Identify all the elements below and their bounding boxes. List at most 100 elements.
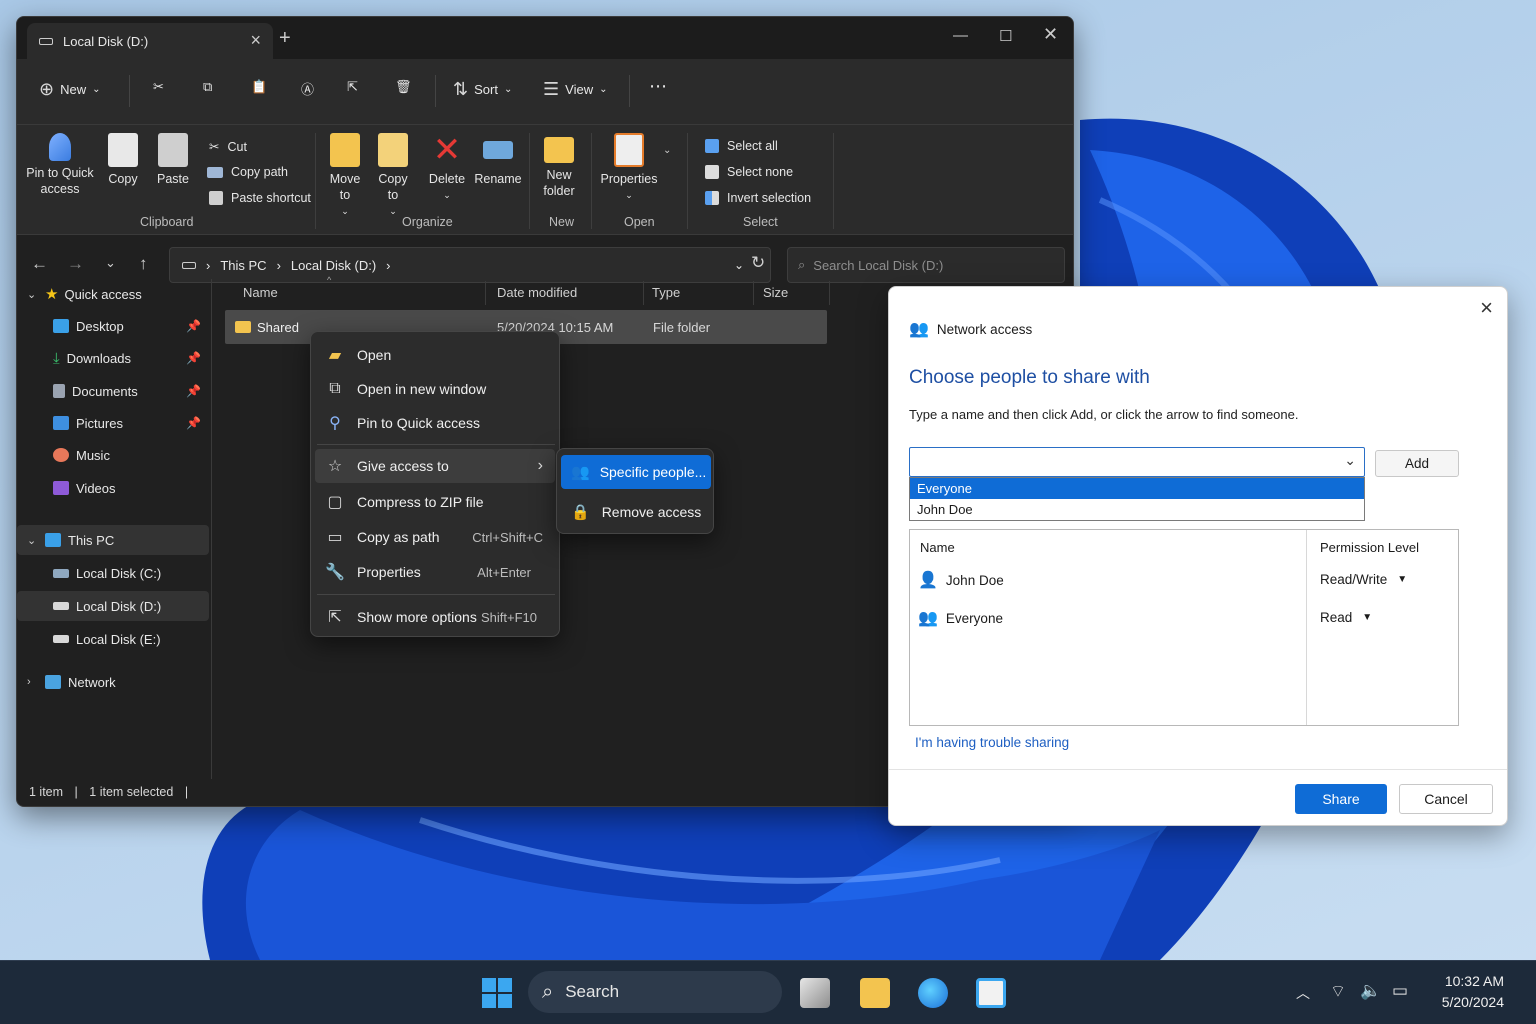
cancel-button[interactable]: Cancel <box>1399 784 1493 814</box>
copy-to-button[interactable]: Copy to ⌄ <box>373 133 413 219</box>
breadcrumb-drive[interactable]: Local Disk (D:) <box>291 258 376 273</box>
edge-icon[interactable] <box>918 978 948 1008</box>
column-divider[interactable] <box>643 281 644 305</box>
file-explorer-icon[interactable] <box>860 978 890 1008</box>
delete-ribbon-button[interactable]: ✕ Delete ⌄ <box>425 133 469 203</box>
back-arrow-icon[interactable]: ← <box>31 254 48 274</box>
column-header-date[interactable]: Date modified <box>497 285 577 300</box>
close-icon[interactable]: × <box>1480 295 1493 321</box>
breadcrumb-this-pc[interactable]: This PC <box>220 258 266 273</box>
column-header-type[interactable]: Type <box>652 285 680 300</box>
copy-ribbon-button[interactable]: Copy <box>103 133 143 187</box>
sidebar-item-music[interactable]: Music <box>17 440 209 470</box>
cut-ribbon-button[interactable]: ✂ Cut <box>209 139 247 155</box>
store-icon[interactable] <box>976 978 1006 1008</box>
volume-icon[interactable]: 🔈 <box>1360 981 1381 1001</box>
column-divider[interactable] <box>829 281 830 305</box>
sidebar-item-documents[interactable]: Documents 📌 <box>17 376 209 406</box>
more-options-icon[interactable]: ⋯ <box>649 76 667 97</box>
add-button[interactable]: Add <box>1375 450 1459 477</box>
sidebar-item-downloads[interactable]: ⤓ Downloads 📌 <box>17 343 209 373</box>
permission-dropdown[interactable]: Read/Write ▼ <box>1320 572 1407 587</box>
sidebar-item-quick-access[interactable]: ⌄ ★ Quick access <box>17 279 209 309</box>
cut-icon[interactable]: ✂ <box>153 79 164 95</box>
chevron-down-icon[interactable]: ⌄ <box>663 145 671 156</box>
move-to-button[interactable]: Move to ⌄ <box>325 133 365 219</box>
sidebar-item-disk-c[interactable]: Local Disk (C:) <box>17 558 209 588</box>
sidebar-item-disk-e[interactable]: Local Disk (E:) <box>17 624 209 654</box>
paste-icon[interactable]: 📋 <box>251 79 267 95</box>
minimize-icon[interactable]: — <box>953 27 968 44</box>
copy-icon[interactable]: ⧉ <box>203 79 212 95</box>
invert-selection-button[interactable]: Invert selection <box>705 191 811 205</box>
dropdown-option-john-doe[interactable]: John Doe <box>910 499 1364 520</box>
start-button[interactable] <box>482 978 512 1008</box>
close-window-icon[interactable]: ✕ <box>1043 24 1058 45</box>
clock[interactable]: 10:32 AM 5/20/2024 <box>1442 971 1504 1013</box>
forward-arrow-icon[interactable]: → <box>67 254 84 274</box>
dropdown-option-everyone[interactable]: Everyone <box>910 478 1364 499</box>
rename-icon[interactable]: Ⓐ <box>301 79 314 98</box>
address-dropdown-icon[interactable]: ⌄ <box>734 258 744 272</box>
taskbar-search[interactable]: ⌕ Search <box>528 971 782 1013</box>
new-folder-button[interactable]: New folder <box>537 133 581 199</box>
share-icon[interactable]: ⇱ <box>347 79 358 95</box>
delete-icon[interactable]: 🗑 <box>395 79 412 95</box>
menu-item-pin-quick-access[interactable]: ⚲ Pin to Quick access <box>315 406 555 440</box>
menu-item-properties[interactable]: 🔧 Properties Alt+Enter <box>315 555 555 589</box>
column-header-size[interactable]: Size <box>763 285 788 300</box>
address-bar[interactable]: › This PC › Local Disk (D:) › ⌄ <box>169 247 771 283</box>
sidebar-item-disk-d[interactable]: Local Disk (D:) <box>17 591 209 621</box>
rename-ribbon-button[interactable]: Rename <box>473 133 523 187</box>
search-box[interactable]: ⌕ Search Local Disk (D:) <box>787 247 1065 283</box>
column-divider[interactable] <box>753 281 754 305</box>
task-view-icon[interactable] <box>800 978 830 1008</box>
view-button[interactable]: ☰ View ⌄ <box>543 79 607 100</box>
pin-icon[interactable]: 📌 <box>186 416 201 430</box>
column-divider[interactable] <box>485 281 486 305</box>
people-combo-input[interactable]: ⌄ <box>909 447 1365 477</box>
refresh-icon[interactable]: ↻ <box>751 253 765 273</box>
close-tab-icon[interactable]: × <box>250 30 261 51</box>
menu-item-give-access[interactable]: ☆ Give access to › <box>315 449 555 483</box>
permission-dropdown[interactable]: Read ▼ <box>1320 610 1372 625</box>
menu-item-remove-access[interactable]: 🔒 Remove access <box>561 495 711 529</box>
menu-item-compress-zip[interactable]: ▢ Compress to ZIP file <box>315 485 555 519</box>
chevron-up-icon[interactable]: ︿ <box>1296 983 1310 1003</box>
sidebar-item-network[interactable]: › Network <box>17 667 209 697</box>
new-button[interactable]: ⊕ New ⌄ <box>39 79 101 100</box>
menu-item-open-new-window[interactable]: ⧉ Open in new window <box>315 372 555 406</box>
share-button[interactable]: Share <box>1295 784 1387 814</box>
table-row[interactable]: 👤 John Doe <box>918 570 1004 590</box>
new-tab-button[interactable]: + <box>279 27 291 50</box>
sidebar-item-desktop[interactable]: Desktop 📌 <box>17 311 209 341</box>
column-header-name[interactable]: Name <box>243 285 278 300</box>
properties-ribbon-button[interactable]: Properties ⌄ <box>599 133 659 203</box>
pin-icon[interactable]: 📌 <box>186 319 201 333</box>
menu-item-copy-as-path[interactable]: ▭ Copy as path Ctrl+Shift+C <box>315 520 555 554</box>
menu-item-specific-people[interactable]: 👥 Specific people... <box>561 455 711 489</box>
tab-local-disk-d[interactable]: Local Disk (D:) × <box>27 23 273 59</box>
sidebar-item-videos[interactable]: Videos <box>17 473 209 503</box>
paste-shortcut-button[interactable]: Paste shortcut <box>209 191 311 205</box>
menu-item-show-more-options[interactable]: ⇱ Show more options Shift+F10 <box>315 600 555 634</box>
sort-button[interactable]: ⇅ Sort ⌄ <box>453 79 512 100</box>
maximize-icon[interactable]: ☐ <box>999 27 1012 45</box>
pin-icon[interactable]: 📌 <box>186 351 201 365</box>
chevron-down-icon[interactable]: ⌄ <box>1344 452 1356 469</box>
copy-path-button[interactable]: Copy path <box>207 165 288 179</box>
pin-icon[interactable]: 📌 <box>186 384 201 398</box>
select-all-button[interactable]: Select all <box>705 139 778 153</box>
recent-chevron-icon[interactable]: ⌄ <box>105 255 116 271</box>
pin-quick-access-button[interactable]: Pin to Quick access <box>25 133 95 197</box>
battery-icon[interactable]: ▭ <box>1392 981 1408 1001</box>
sidebar-item-pictures[interactable]: Pictures 📌 <box>17 408 209 438</box>
select-none-button[interactable]: Select none <box>705 165 793 179</box>
wifi-icon[interactable]: ⌔ <box>1330 981 1346 1002</box>
trouble-sharing-link[interactable]: I'm having trouble sharing <box>915 735 1069 750</box>
table-row[interactable]: 👥 Everyone <box>918 608 1003 628</box>
up-arrow-icon[interactable]: ↑ <box>139 254 148 274</box>
paste-ribbon-button[interactable]: Paste <box>153 133 193 187</box>
sidebar-item-this-pc[interactable]: ⌄ This PC <box>17 525 209 555</box>
menu-item-open[interactable]: ▰ Open <box>315 338 555 372</box>
